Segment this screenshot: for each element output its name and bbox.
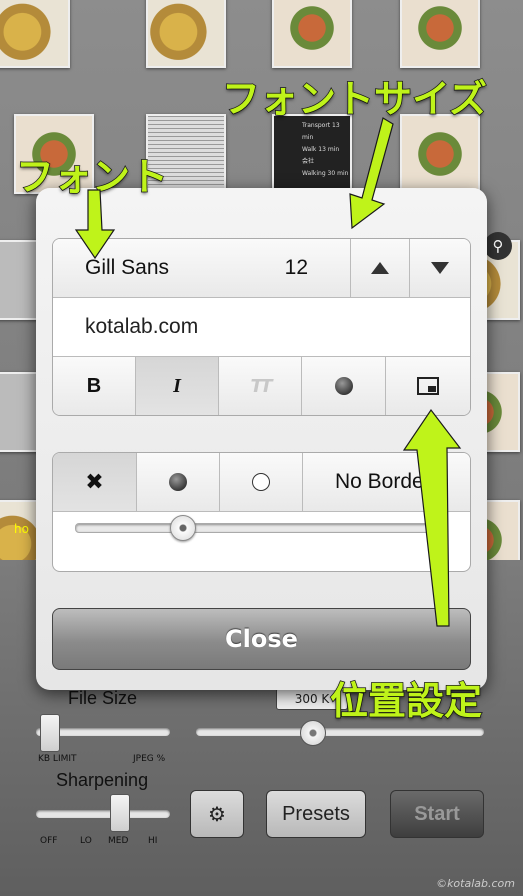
filled-circle-icon bbox=[169, 473, 187, 491]
border-outline-button[interactable] bbox=[220, 453, 303, 511]
caps-button[interactable]: TT bbox=[219, 357, 302, 415]
photo-thumbnail[interactable]: Transport 13 min Walk 13 min 会社 Walking … bbox=[272, 114, 352, 194]
gear-icon: ⚙ bbox=[208, 803, 226, 826]
annotation-position: 位置設定 bbox=[329, 678, 483, 724]
transit-text: Transport 13 min bbox=[302, 122, 340, 141]
sharpening-track[interactable] bbox=[36, 810, 170, 818]
sharpening-label: Sharpening bbox=[56, 770, 149, 790]
sharpening-tick-lo: LO bbox=[80, 836, 92, 846]
photo-thumbnail[interactable] bbox=[400, 0, 480, 68]
border-none-x-button[interactable]: ✖ bbox=[53, 453, 137, 511]
font-selector[interactable]: Gill Sans 12 bbox=[53, 239, 351, 297]
font-size-value: 12 bbox=[284, 256, 308, 279]
photo-thumbnail[interactable] bbox=[0, 0, 70, 68]
start-button[interactable]: Start bbox=[390, 790, 484, 838]
italic-button[interactable]: I bbox=[136, 357, 219, 415]
italic-icon: I bbox=[173, 374, 181, 397]
opacity-slider-knob[interactable] bbox=[170, 515, 196, 541]
close-icon: ✖ bbox=[85, 469, 104, 495]
sharpening-tick-hi: HI bbox=[148, 836, 158, 846]
photo-thumbnail[interactable] bbox=[146, 0, 226, 68]
bold-button[interactable]: B bbox=[53, 357, 136, 415]
sharpening-knob[interactable] bbox=[110, 794, 130, 832]
presets-button[interactable]: Presets bbox=[266, 790, 366, 838]
bold-icon: B bbox=[86, 374, 102, 397]
outline-circle-icon bbox=[252, 473, 270, 491]
photo-thumbnail[interactable] bbox=[400, 114, 480, 194]
jpeg-quality-knob[interactable] bbox=[300, 720, 326, 746]
text-color-button[interactable] bbox=[302, 357, 386, 415]
transit-text: Walk 13 min bbox=[302, 146, 340, 153]
close-button[interactable]: Close bbox=[52, 608, 471, 670]
settings-button[interactable]: ⚙ bbox=[190, 790, 244, 838]
annotation-font-size: フォントサイズ bbox=[221, 76, 487, 122]
border-style-group: ✖ No Borde bbox=[52, 452, 471, 572]
annotation-font: フォント bbox=[15, 154, 169, 200]
font-size-increase-button[interactable] bbox=[351, 239, 410, 297]
jpeg-label: JPEG % bbox=[133, 754, 166, 764]
no-border-button[interactable]: No Borde bbox=[303, 453, 470, 511]
no-border-label: No Borde bbox=[335, 470, 424, 493]
text-style-group: Gill Sans 12 kotalab.com B I TT bbox=[52, 238, 471, 416]
border-filled-button[interactable] bbox=[137, 453, 220, 511]
file-size-label: File Size bbox=[68, 688, 138, 708]
photo-thumbnail[interactable] bbox=[272, 0, 352, 68]
font-size-decrease-button[interactable] bbox=[410, 239, 470, 297]
sharpening-tick-med: MED bbox=[108, 836, 129, 846]
search-icon[interactable]: ⚲ bbox=[484, 232, 512, 260]
triangle-up-icon bbox=[371, 262, 389, 274]
position-button[interactable] bbox=[386, 357, 470, 415]
font-name: Gill Sans bbox=[85, 256, 170, 279]
caps-icon: TT bbox=[250, 375, 273, 397]
opacity-slider[interactable] bbox=[75, 515, 447, 541]
file-size-toggle-knob[interactable] bbox=[40, 714, 60, 752]
watermark-text-field[interactable]: kotalab.com bbox=[53, 298, 470, 356]
watermark-text-value: kotalab.com bbox=[85, 315, 199, 338]
watermark-settings-dialog: Gill Sans 12 kotalab.com B I TT ✖ No Bor… bbox=[36, 188, 487, 690]
transit-text: Walking 30 min bbox=[302, 170, 349, 177]
jpeg-quality-track[interactable] bbox=[196, 728, 484, 736]
transit-text: 会社 bbox=[302, 158, 315, 165]
triangle-down-icon bbox=[431, 262, 449, 274]
color-dot-icon bbox=[334, 377, 353, 395]
watermark: ©kotalab.com bbox=[436, 877, 515, 890]
sharpening-tick-off: OFF bbox=[40, 836, 58, 846]
kb-limit-label: KB LIMIT bbox=[38, 754, 77, 764]
position-icon bbox=[417, 377, 439, 395]
partial-label: ho bbox=[14, 522, 29, 536]
